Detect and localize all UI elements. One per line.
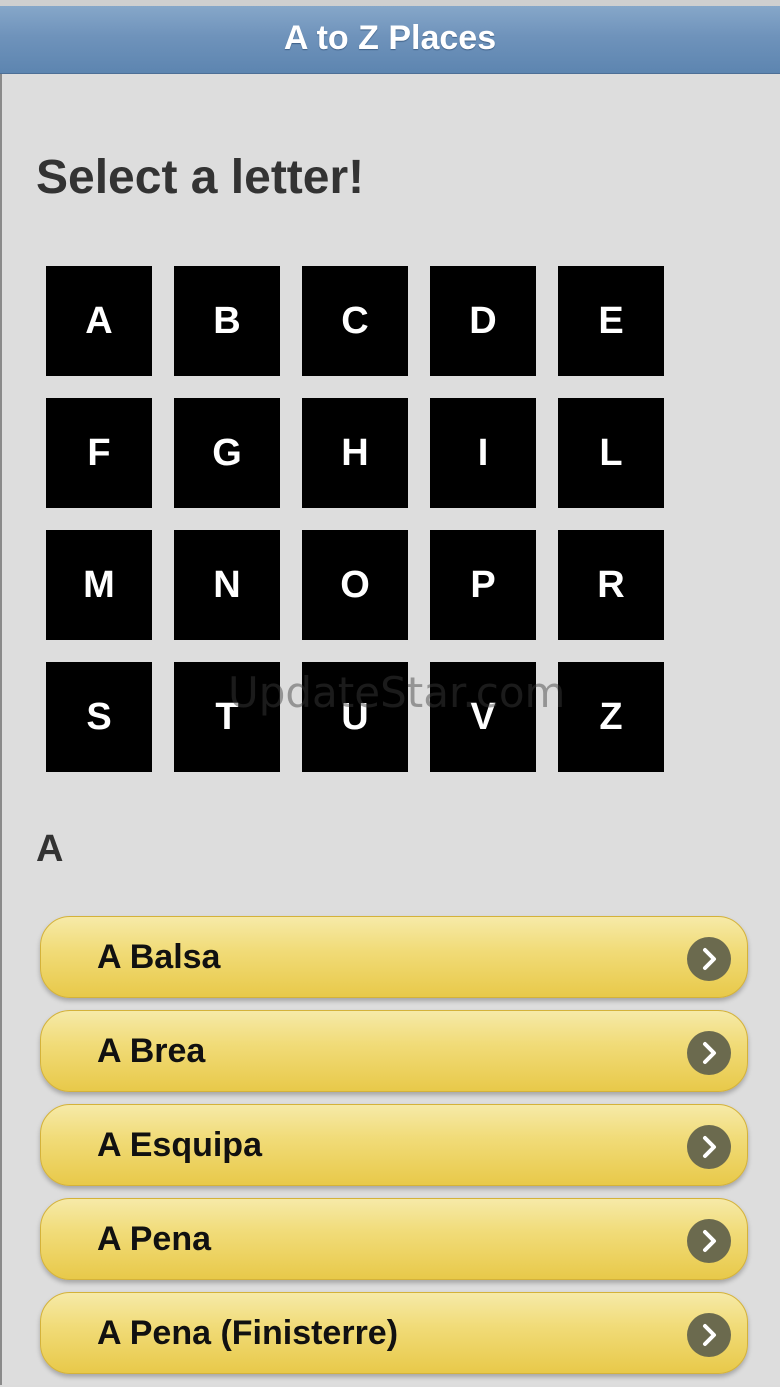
letter-tile-d[interactable]: D [430,266,536,376]
letter-tile-s[interactable]: S [46,662,152,772]
list-item-label: A Pena (Finisterre) [97,1314,399,1352]
letter-tile-b[interactable]: B [174,266,280,376]
list-item[interactable]: A Balsa [40,916,748,998]
letter-tile-m[interactable]: M [46,530,152,640]
section-heading: A [36,828,64,870]
letter-tile-l[interactable]: L [558,398,664,508]
list-item-label: A Pena [97,1220,212,1258]
page-title: Select a letter! [36,151,365,204]
letter-tile-e[interactable]: E [558,266,664,376]
places-list: A Balsa A Brea A Esquipa A Pena A Pena (… [40,916,748,1386]
letter-tile-f[interactable]: F [46,398,152,508]
letter-tile-g[interactable]: G [174,398,280,508]
list-item-label: A Esquipa [97,1126,262,1164]
chevron-right-icon [687,937,731,981]
letter-tile-a[interactable]: A [46,266,152,376]
chevron-right-icon [687,1031,731,1075]
letter-tile-t[interactable]: T [174,662,280,772]
letter-tile-c[interactable]: C [302,266,408,376]
list-item[interactable]: A Pena [40,1198,748,1280]
list-item[interactable]: A Esquipa [40,1104,748,1186]
letter-tile-i[interactable]: I [430,398,536,508]
chevron-right-icon [687,1219,731,1263]
header-bar: A to Z Places [0,0,780,74]
letter-tile-z[interactable]: Z [558,662,664,772]
list-item-label: A Brea [97,1032,206,1070]
letter-tile-r[interactable]: R [558,530,664,640]
letter-tile-p[interactable]: P [430,530,536,640]
list-item[interactable]: A Brea [40,1010,748,1092]
letter-tile-h[interactable]: H [302,398,408,508]
chevron-right-icon [687,1125,731,1169]
letter-tile-u[interactable]: U [302,662,408,772]
app-title: A to Z Places [283,19,497,57]
letter-tile-v[interactable]: V [430,662,536,772]
letter-grid: A B C D E F G H I L M N O P R S T U V Z [46,266,666,772]
letter-tile-o[interactable]: O [302,530,408,640]
chevron-right-icon [687,1313,731,1357]
list-item-label: A Balsa [97,938,221,976]
letter-tile-n[interactable]: N [174,530,280,640]
list-item[interactable]: A Pena (Finisterre) [40,1292,748,1374]
